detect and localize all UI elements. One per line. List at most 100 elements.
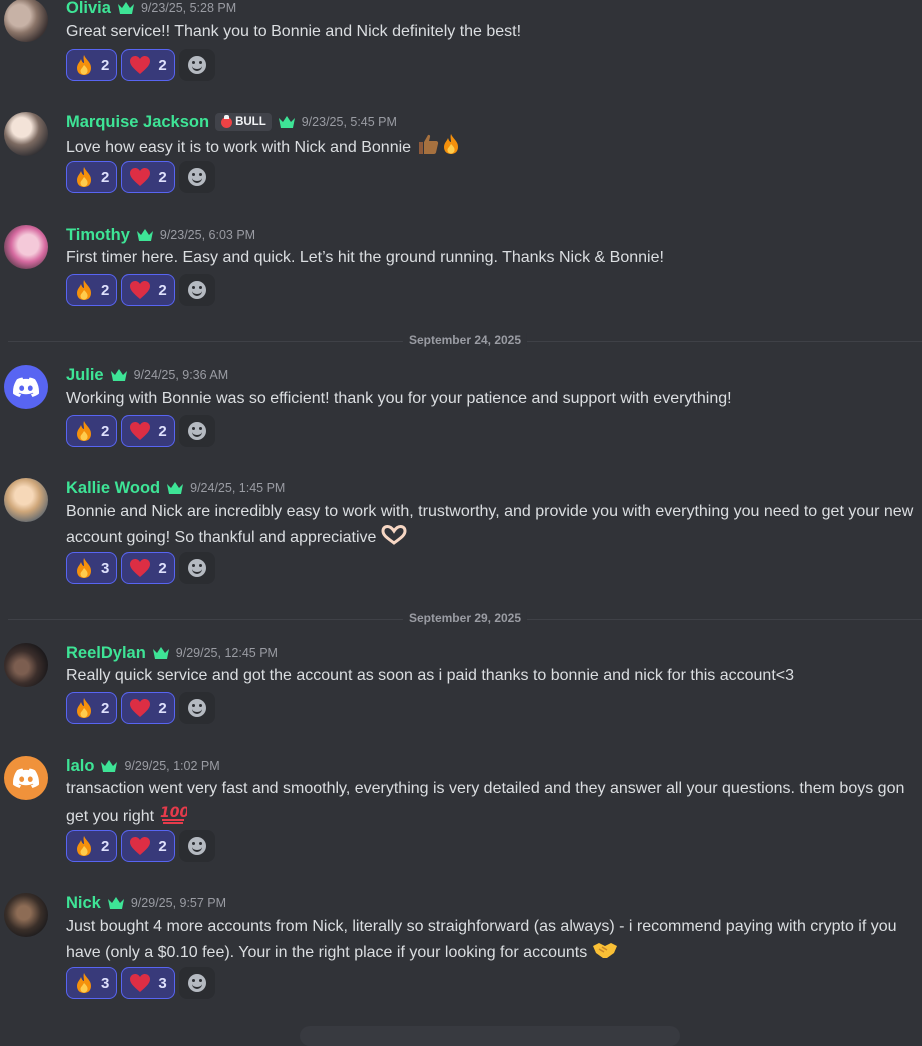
reactions: 2 2 xyxy=(66,830,215,862)
discord-logo-icon xyxy=(13,377,39,397)
avatar[interactable] xyxy=(4,893,48,937)
fire-icon xyxy=(77,836,91,856)
fire-icon xyxy=(77,421,91,441)
avatar[interactable] xyxy=(4,112,48,156)
message-text: Working with Bonnie was so efficient! th… xyxy=(66,390,732,407)
username[interactable]: Timothy xyxy=(66,226,130,245)
avatar[interactable] xyxy=(4,756,48,800)
add-reaction-button[interactable] xyxy=(178,415,215,447)
message: Olivia 9/23/25, 5:28 PM Great service!! … xyxy=(0,0,922,90)
heart-icon xyxy=(130,559,151,577)
message-text: First timer here. Easy and quick. Let’s … xyxy=(66,249,664,266)
crown-icon xyxy=(167,482,184,494)
avatar[interactable] xyxy=(4,365,48,409)
smile-icon xyxy=(187,699,206,717)
reaction-count: 3 xyxy=(101,559,110,577)
tag-label: BULL xyxy=(235,116,266,128)
heart-reaction[interactable]: 2 xyxy=(121,161,175,193)
fire-reaction[interactable]: 2 xyxy=(66,274,118,306)
new-messages-bar[interactable] xyxy=(300,1026,680,1046)
add-reaction-button[interactable] xyxy=(178,552,215,584)
reaction-count: 3 xyxy=(101,974,110,992)
heart-reaction[interactable]: 2 xyxy=(121,830,175,862)
username[interactable]: Nick xyxy=(66,894,101,913)
timestamp: 9/23/25, 6:03 PM xyxy=(159,228,256,242)
reaction-count: 2 xyxy=(101,699,110,717)
username[interactable]: ReelDylan xyxy=(66,644,146,663)
message: Julie 9/24/25, 9:36 AM Working with Bonn… xyxy=(0,365,922,455)
smile-icon xyxy=(187,559,206,577)
crown-icon xyxy=(110,369,127,381)
reactions: 2 2 xyxy=(66,274,215,306)
username[interactable]: Kallie Wood xyxy=(66,479,160,498)
handshake-icon xyxy=(592,942,617,958)
add-reaction-button[interactable] xyxy=(178,967,215,999)
crown-icon xyxy=(278,116,295,128)
username[interactable]: Marquise Jackson xyxy=(66,113,209,132)
date-divider-label: September 24, 2025 xyxy=(402,333,528,347)
reactions: 2 2 xyxy=(66,161,215,193)
fire-reaction[interactable]: 2 xyxy=(66,692,118,724)
timestamp: 9/29/25, 12:45 PM xyxy=(175,646,278,660)
avatar[interactable] xyxy=(4,0,48,42)
fire-reaction[interactable]: 2 xyxy=(66,830,118,862)
reaction-count: 2 xyxy=(101,837,110,855)
heart-icon xyxy=(130,422,151,440)
reaction-count: 2 xyxy=(158,699,167,717)
fire-icon xyxy=(77,698,91,718)
smile-icon xyxy=(187,422,206,440)
heart-icon xyxy=(130,699,151,717)
username[interactable]: Julie xyxy=(66,366,104,385)
fire-icon xyxy=(77,55,91,75)
fire-icon xyxy=(77,280,91,300)
heart-reaction[interactable]: 2 xyxy=(121,552,175,584)
fire-icon xyxy=(77,167,91,187)
hundred-points-icon: 100 xyxy=(160,805,187,824)
avatar[interactable] xyxy=(4,643,48,687)
fire-icon xyxy=(77,973,91,993)
fire-reaction[interactable]: 2 xyxy=(66,161,118,193)
timestamp: 9/23/25, 5:28 PM xyxy=(140,1,237,15)
fire-icon xyxy=(77,558,91,578)
username[interactable]: Olivia xyxy=(66,0,111,18)
heart-reaction[interactable]: 2 xyxy=(121,692,175,724)
add-reaction-button[interactable] xyxy=(178,830,215,862)
fire-reaction[interactable]: 2 xyxy=(66,415,118,447)
discord-logo-icon xyxy=(13,768,39,788)
add-reaction-button[interactable] xyxy=(178,49,215,81)
reaction-count: 2 xyxy=(158,837,167,855)
heart-icon xyxy=(130,56,151,74)
add-reaction-button[interactable] xyxy=(178,274,215,306)
reactions: 2 2 xyxy=(66,415,215,447)
message: Timothy 9/23/25, 6:03 PM First timer her… xyxy=(0,225,922,315)
reactions: 2 2 xyxy=(66,692,215,724)
message-text: Just bought 4 more accounts from Nick, l… xyxy=(66,918,897,961)
message: lalo 9/29/25, 1:02 PM transaction went v… xyxy=(0,756,922,866)
date-divider-label: September 29, 2025 xyxy=(402,611,528,625)
timestamp: 9/24/25, 9:36 AM xyxy=(133,368,229,382)
fire-reaction[interactable]: 3 xyxy=(66,967,118,999)
crown-icon xyxy=(117,2,134,14)
reaction-count: 2 xyxy=(101,281,110,299)
reaction-count: 2 xyxy=(158,422,167,440)
avatar[interactable] xyxy=(4,225,48,269)
smile-icon xyxy=(187,56,206,74)
fire-reaction[interactable]: 3 xyxy=(66,552,118,584)
reactions: 2 2 xyxy=(66,49,215,81)
heart-reaction[interactable]: 2 xyxy=(121,274,175,306)
smile-icon xyxy=(187,168,206,186)
server-tag[interactable]: BULL xyxy=(215,113,272,131)
reaction-count: 2 xyxy=(101,422,110,440)
heart-reaction[interactable]: 3 xyxy=(121,967,175,999)
message: Kallie Wood 9/24/25, 1:45 PM Bonnie and … xyxy=(0,478,922,588)
avatar[interactable] xyxy=(4,478,48,522)
add-reaction-button[interactable] xyxy=(178,161,215,193)
crown-icon xyxy=(136,229,153,241)
username[interactable]: lalo xyxy=(66,757,94,776)
heart-reaction[interactable]: 2 xyxy=(121,415,175,447)
reaction-count: 2 xyxy=(158,281,167,299)
fire-reaction[interactable]: 2 xyxy=(66,49,118,81)
heart-icon xyxy=(130,281,151,299)
add-reaction-button[interactable] xyxy=(178,692,215,724)
heart-reaction[interactable]: 2 xyxy=(121,49,175,81)
